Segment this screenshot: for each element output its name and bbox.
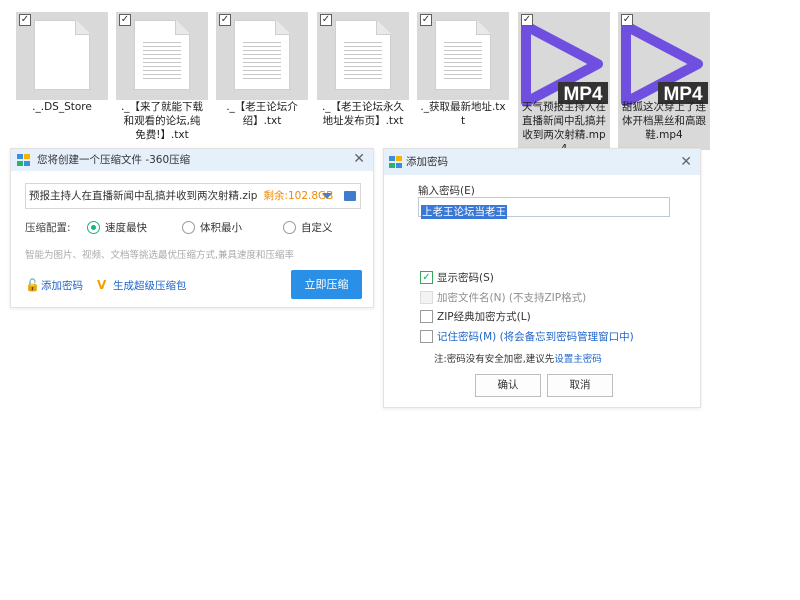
ok-button[interactable]: 确认 xyxy=(475,374,541,397)
file-item[interactable]: ✓ ._【老王论坛永久地址发布页】.txt xyxy=(317,12,409,150)
cancel-button[interactable]: 取消 xyxy=(547,374,613,397)
folder-icon[interactable] xyxy=(344,191,356,201)
config-label: 压缩配置: xyxy=(25,222,71,234)
checkbox[interactable]: ✓ xyxy=(521,14,533,26)
show-password-checkbox[interactable]: ✓ 显示密码(S) xyxy=(420,271,494,285)
file-name: 甜狐这次穿上了连体开档黑丝和高跟鞋.mp4 xyxy=(622,101,706,141)
checkbox[interactable]: ✓ xyxy=(219,14,231,26)
app-logo-icon xyxy=(389,156,402,168)
add-password-dialog: 添加密码 ✕ 输入密码(E) 上老王论坛当老王 ✓ 显示密码(S) 加密文件名(N… xyxy=(383,148,701,408)
compress-now-button[interactable]: 立即压缩 xyxy=(291,270,362,299)
add-password-link[interactable]: 🔓 添加密码 xyxy=(25,279,83,293)
file-grid: ✓ ._.DS_Store ✓ ._【来了就能下载和观看的论坛,纯免费!】.tx… xyxy=(0,0,800,150)
set-master-password-link[interactable]: 设置主密码 xyxy=(554,354,602,365)
video-file-icon: MP4 xyxy=(621,21,708,106)
password-label: 输入密码(E) xyxy=(418,185,475,197)
file-item[interactable]: ✓ ._【老王论坛介绍】.txt xyxy=(216,12,308,150)
super-pack-link[interactable]: V 生成超级压缩包 xyxy=(97,279,187,293)
password-input[interactable]: 上老王论坛当老王 xyxy=(418,197,670,219)
v-icon: V xyxy=(97,278,107,292)
output-path-field[interactable]: 预报主持人在直播新闻中乱搞并收到两次射精.zip 剩余:102.8GB xyxy=(25,183,361,209)
file-name: ._获取最新地址.txt xyxy=(420,101,506,127)
close-icon[interactable]: ✕ xyxy=(680,153,692,171)
file-item[interactable]: ✓ MP4 甜狐这次穿上了连体开档黑丝和高跟鞋.mp4 xyxy=(618,12,710,150)
video-file-icon: MP4 xyxy=(521,21,608,106)
file-item[interactable]: ✓ MP4 天气预报主持人在直播新闻中乱搞并收到两次射精.mp4 xyxy=(518,12,610,150)
file-name: ._.DS_Store xyxy=(32,101,92,113)
text-file-icon xyxy=(435,20,491,90)
checkbox[interactable]: ✓ xyxy=(621,14,633,26)
file-name: ._【老王论坛永久地址发布页】.txt xyxy=(321,101,405,127)
dialog-title: 您将创建一个压缩文件 -360压缩 xyxy=(37,154,191,166)
file-name: 天气预报主持人在直播新闻中乱搞并收到两次射精.mp4 xyxy=(522,101,606,150)
remember-password-checkbox[interactable]: 记住密码(M) (将会备忘到密码管理窗口中) xyxy=(420,330,634,344)
lock-icon: 🔓 xyxy=(25,278,40,292)
radio-custom[interactable]: 自定义 xyxy=(283,221,333,235)
chevron-down-icon[interactable] xyxy=(322,193,332,199)
checkbox[interactable]: ✓ xyxy=(420,14,432,26)
dialog-titlebar[interactable]: 添加密码 ✕ xyxy=(384,149,700,175)
radio-fastest[interactable]: 速度最快 xyxy=(87,221,147,235)
file-item[interactable]: ✓ ._【来了就能下载和观看的论坛,纯免费!】.txt xyxy=(116,12,208,150)
document-icon xyxy=(34,20,90,90)
check-icon: ✓ xyxy=(420,271,433,284)
file-item[interactable]: ✓ ._.DS_Store xyxy=(16,12,108,150)
output-path: 预报主持人在直播新闻中乱搞并收到两次射精.zip xyxy=(29,190,258,202)
file-item[interactable]: ✓ ._获取最新地址.txt xyxy=(417,12,509,150)
password-value: 上老王论坛当老王 xyxy=(421,205,507,219)
radio-smallest[interactable]: 体积最小 xyxy=(182,221,242,235)
checkbox[interactable]: ✓ xyxy=(320,14,332,26)
security-note: 注:密码没有安全加密,建议先设置主密码 xyxy=(434,354,602,365)
close-icon[interactable]: ✕ xyxy=(353,150,365,168)
config-hint: 智能为图片、视频、文档等挑选最优压缩方式,兼具速度和压缩率 xyxy=(25,250,295,261)
encrypt-filenames-checkbox[interactable]: 加密文件名(N) (不支持ZIP格式) xyxy=(420,291,586,305)
compress-dialog: 您将创建一个压缩文件 -360压缩 ✕ 预报主持人在直播新闻中乱搞并收到两次射精… xyxy=(10,148,374,308)
zip-classic-checkbox[interactable]: ZIP经典加密方式(L) xyxy=(420,310,531,324)
dialog-titlebar[interactable]: 您将创建一个压缩文件 -360压缩 ✕ xyxy=(11,149,373,171)
file-name: ._【老王论坛介绍】.txt xyxy=(226,101,298,127)
app-logo-icon xyxy=(17,154,30,166)
dialog-title: 添加密码 xyxy=(406,156,448,168)
text-file-icon xyxy=(134,20,190,90)
text-file-icon xyxy=(335,20,391,90)
text-file-icon xyxy=(234,20,290,90)
checkbox[interactable]: ✓ xyxy=(19,14,31,26)
checkbox[interactable]: ✓ xyxy=(119,14,131,26)
file-name: ._【来了就能下载和观看的论坛,纯免费!】.txt xyxy=(120,101,204,141)
